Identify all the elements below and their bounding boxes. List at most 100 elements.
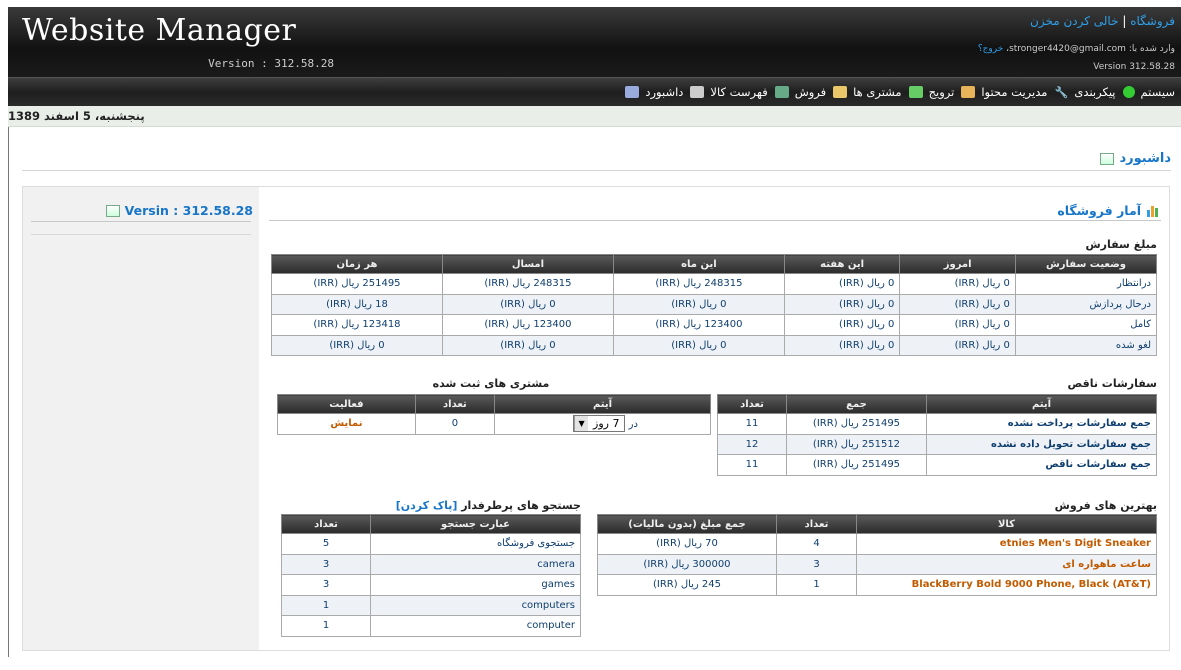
- table-cell: 123418 ریال (IRR): [271, 314, 443, 336]
- column-header: تعداد: [776, 514, 857, 534]
- registered-prefix: در: [628, 419, 638, 431]
- customers-icon: [833, 86, 848, 98]
- table-row: درانتظار 0 ریال (IRR) 0 ریال (IRR) 248315 ر…: [271, 273, 1158, 295]
- period-select[interactable]: 7 روز ▼: [573, 415, 626, 433]
- table-cell: games: [370, 574, 581, 596]
- table-cell: 0 ریال (IRR): [441, 293, 614, 315]
- table-cell: 11: [717, 454, 787, 476]
- sidebar-divider-2: [31, 234, 251, 235]
- store-link[interactable]: فروشگاه: [1130, 14, 1175, 28]
- table-cell: 0 ریال (IRR): [612, 334, 785, 356]
- table-row: computer 1: [281, 615, 581, 637]
- table-cell: 0 ریال (IRR): [899, 334, 1016, 356]
- column-header: هر زمان: [271, 254, 443, 274]
- table-row: جمع سفارشات پرداخت نشده 251495 ریال (IRR)…: [717, 413, 1157, 435]
- login-email: وارد شده با: stronger4420@gmail.com،: [1003, 44, 1175, 54]
- popular-searches-title-text: جستجو های پرطرفدار: [461, 499, 581, 512]
- table-row: کامل 0 ریال (IRR) 0 ریال (IRR) 123400 ریال …: [271, 314, 1158, 336]
- table-cell: 1: [776, 574, 857, 596]
- show-action-link[interactable]: نمایش: [277, 413, 416, 435]
- table-cell: 3: [281, 553, 371, 575]
- table-cell: 0 ریال (IRR): [783, 334, 901, 356]
- menu-item-0[interactable]: داشبورد: [625, 85, 683, 99]
- table-cell: 0 ریال (IRR): [899, 273, 1016, 295]
- menu-item-1[interactable]: فهرست کالا: [690, 85, 768, 99]
- menu-item-label: داشبورد: [645, 85, 684, 99]
- table-cell: 0 ریال (IRR): [899, 293, 1016, 315]
- menu-item-label: پیکربندی: [1074, 85, 1116, 99]
- login-info: وارد شده با: stronger4420@gmail.com، خرو…: [978, 44, 1175, 54]
- table-row: لغو شده 0 ریال (IRR) 0 ریال (IRR) 0 ریال (I…: [271, 334, 1158, 356]
- table-cell: 1: [281, 594, 371, 616]
- stats-divider: [269, 220, 1161, 221]
- menu-item-label: مشتری ها: [853, 85, 902, 99]
- sidebar-divider: [31, 221, 251, 222]
- title-divider: [22, 170, 1171, 171]
- folder-icon: [961, 86, 976, 98]
- store-stats-title-text: آمار فروشگاه: [1057, 203, 1141, 218]
- table-cell: 300000 ریال (IRR): [597, 553, 777, 575]
- menu-item-label: فهرست کالا: [710, 85, 768, 99]
- table-cell: 5: [281, 533, 371, 555]
- header-separator: |: [1122, 14, 1127, 28]
- table-cell: 251495 ریال (IRR): [786, 454, 927, 476]
- logo: Website Manager: [22, 13, 297, 48]
- table-cell: etnies Men's Digit Sneaker: [856, 533, 1157, 555]
- column-header: این هفته: [783, 254, 901, 274]
- menu-item-6[interactable]: پیکربندی 🔧: [1054, 85, 1116, 99]
- version-icon: [105, 204, 120, 217]
- table-cell: جمع سفارشات تحویل داده نشده: [926, 433, 1157, 455]
- table-cell: 0 ریال (IRR): [899, 314, 1016, 336]
- dashboard-panel: Versin : 312.58.28 آمار فروشگاه مبلغ سفا…: [22, 186, 1170, 651]
- main-menu-bar: داشبورد فهرست کالا فروش مشتری ها ترویج مدیریت…: [8, 77, 1181, 106]
- table-row: games 3: [281, 574, 581, 596]
- column-header: آیتم: [926, 394, 1157, 414]
- table-cell: 251495 ریال (IRR): [271, 273, 443, 295]
- menu-item-2[interactable]: فروش: [774, 85, 826, 99]
- menu-item-7[interactable]: سیستم: [1122, 85, 1176, 99]
- table-cell: 18 ریال (IRR): [271, 293, 443, 315]
- date-bar: پنجشنبه، 5 اسفند 1389: [8, 106, 1181, 127]
- table-row: ساعت ماهواره ای 3 300000 ریال (IRR): [597, 553, 1157, 575]
- menu-item-label: سیستم: [1140, 85, 1176, 99]
- table-cell: 123400 ریال (IRR): [612, 314, 785, 336]
- table-row: جمع سفارشات تحویل داده نشده 251512 ریال (…: [717, 433, 1157, 455]
- sidebar: Versin : 312.58.28: [23, 187, 259, 650]
- table-cell: computers: [370, 594, 581, 616]
- menu-item-3[interactable]: مشتری ها: [833, 85, 902, 99]
- clear-searches-link[interactable]: [پاک کردن]: [396, 499, 458, 512]
- table-cell: لغو شده: [1014, 334, 1158, 356]
- best-sellers-table: کالا تعداد جمع مبلغ (بدون مالیات) etnies Me…: [597, 514, 1157, 596]
- best-sellers-title: بهترین های فروش: [1054, 499, 1157, 512]
- column-header: جمع مبلغ (بدون مالیات): [597, 514, 777, 534]
- header-version-small: Version 312.58.28: [1093, 62, 1175, 72]
- store-stats-title: آمار فروشگاه: [1057, 203, 1161, 218]
- registered-customers-title: مشتری های ثبت شده: [432, 377, 550, 390]
- menu-item-4[interactable]: ترویج: [908, 85, 955, 99]
- column-header: کالا: [856, 514, 1157, 534]
- table-row: جستجوی فروشگاه 5: [281, 533, 581, 555]
- menu-item-5[interactable]: مدیریت محتوا: [961, 85, 1047, 99]
- column-header: تعداد: [717, 394, 787, 414]
- empty-cart-link[interactable]: خالی کردن مخزن: [1030, 14, 1118, 28]
- table-row: BlackBerry Bold 9000 Phone, Black (AT&T)…: [597, 574, 1157, 596]
- menu-item-label: ترویج: [928, 85, 955, 99]
- table-cell: 1: [281, 615, 371, 637]
- column-header: وضعیت سفارش: [1014, 254, 1158, 274]
- table-cell: 248315 ریال (IRR): [612, 273, 785, 295]
- dashboard-icon: [625, 86, 640, 98]
- table-cell: 0 ریال (IRR): [783, 293, 901, 315]
- column-header: امروز: [899, 254, 1016, 274]
- column-header: آیتم: [494, 394, 711, 414]
- registered-period-cell: در 7 روز ▼: [494, 413, 711, 435]
- order-amount-title: مبلغ سفارش: [1085, 238, 1157, 251]
- table-cell: 0 ریال (IRR): [783, 314, 901, 336]
- registered-count: 0: [414, 413, 496, 435]
- header-links: فروشگاه | خالی کردن مخزن: [1030, 14, 1175, 28]
- table-cell: 0 ریال (IRR): [783, 273, 901, 295]
- table-row: درحال پردازش 0 ریال (IRR) 0 ریال (IRR) 0 ری…: [271, 293, 1158, 315]
- table-cell: 4: [776, 533, 857, 555]
- table-cell: درحال پردازش: [1014, 293, 1158, 315]
- logout-link[interactable]: خروج؟: [978, 44, 1003, 54]
- chevron-down-icon: ▼: [574, 416, 589, 432]
